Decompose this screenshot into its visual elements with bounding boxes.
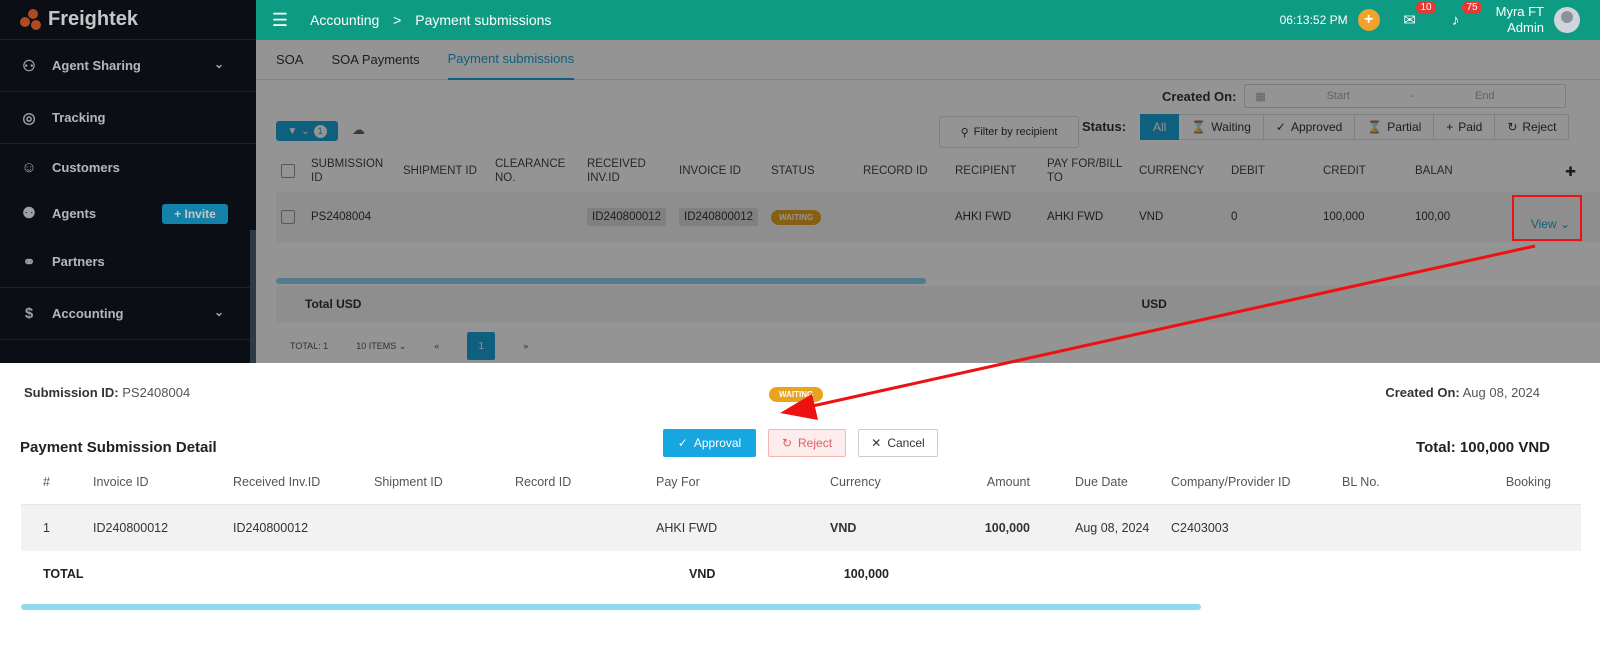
- invoice-id: ID240800012: [93, 521, 169, 535]
- company-provider-id: C2403003: [1171, 521, 1229, 535]
- annotation-highlight-box: [1512, 195, 1582, 241]
- breadcrumb: Accounting > Payment submissions: [310, 12, 551, 28]
- user-menu[interactable]: Myra FT Admin: [1496, 4, 1544, 36]
- app-background: Freightek ⚇ Agent Sharing ⌄ ◎ Tracking ☺…: [0, 0, 1600, 363]
- column-header: Invoice ID: [93, 474, 149, 489]
- avatar[interactable]: [1554, 7, 1580, 33]
- refresh-icon: ↻: [781, 436, 793, 450]
- breadcrumb-item[interactable]: Accounting: [310, 12, 379, 28]
- clock-time: 06:13:52 PM: [1279, 13, 1348, 27]
- column-header: Due Date: [1075, 474, 1128, 489]
- column-header: Pay For: [656, 474, 700, 489]
- reject-label: Reject: [798, 436, 833, 450]
- payment-submission-detail-panel: Submission ID: PS2408004 WAITING Created…: [0, 363, 1600, 650]
- created-on-info: Created On: Aug 08, 2024: [1385, 385, 1540, 400]
- total-amount: 100,000: [843, 567, 889, 581]
- submission-id-info: Submission ID: PS2408004: [24, 385, 190, 400]
- column-header: Received Inv.ID: [233, 474, 321, 489]
- detail-horizontal-scrollbar[interactable]: [21, 604, 1201, 610]
- column-header: Amount: [986, 474, 1030, 489]
- approval-label: Approval: [693, 436, 742, 450]
- pay-for: AHKI FWD: [656, 521, 718, 535]
- column-header: Booking: [1505, 474, 1551, 489]
- modal-backdrop: [256, 40, 1600, 363]
- detail-table-row[interactable]: 1 ID240800012 ID240800012 AHKI FWD VND 1…: [21, 505, 1581, 551]
- detail-total: Total: 100,000 VND: [1416, 439, 1550, 456]
- detail-table-header: # Invoice ID Received Inv.ID Shipment ID…: [21, 459, 1581, 505]
- bell-icon[interactable]: ♪ 75: [1444, 1, 1482, 32]
- amount: 100,000: [984, 521, 1030, 535]
- total-currency: VND: [689, 567, 716, 581]
- column-header: #: [43, 474, 50, 489]
- currency: VND: [830, 521, 857, 535]
- detail-actions: ✓ Approval ↻ Reject ✕ Cancel: [663, 429, 938, 457]
- cancel-label: Cancel: [887, 436, 925, 450]
- reject-button[interactable]: ↻ Reject: [768, 429, 846, 457]
- created-on-label: Created On:: [1385, 385, 1460, 400]
- column-header: Record ID: [515, 474, 572, 489]
- column-header: Shipment ID: [374, 474, 443, 489]
- detail-table: # Invoice ID Received Inv.ID Shipment ID…: [21, 459, 1581, 597]
- quick-add-icon[interactable]: +: [1357, 9, 1380, 31]
- submission-id-value: PS2408004: [122, 385, 191, 400]
- received-inv-id: ID240800012: [233, 521, 309, 535]
- total-label: TOTAL: [43, 567, 84, 581]
- row-number: 1: [43, 521, 50, 535]
- menu-icon[interactable]: ☰: [256, 10, 304, 31]
- breadcrumb-item: Payment submissions: [415, 12, 552, 28]
- approval-button[interactable]: ✓ Approval: [663, 429, 756, 457]
- messages-badge: 10: [1416, 1, 1436, 14]
- due-date: Aug 08, 2024: [1075, 521, 1150, 535]
- check-icon: ✓: [677, 436, 688, 450]
- user-name: Myra FT: [1495, 4, 1544, 19]
- created-on-value: Aug 08, 2024: [1462, 385, 1540, 400]
- detail-title: Payment Submission Detail: [20, 439, 217, 456]
- user-role: Admin: [1507, 20, 1544, 35]
- status-badge: WAITING: [769, 387, 824, 402]
- cancel-button[interactable]: ✕ Cancel: [858, 429, 938, 457]
- detail-total-row: TOTAL VND 100,000: [21, 551, 1581, 597]
- notifications-badge: 75: [1462, 1, 1482, 14]
- column-header: BL No.: [1342, 474, 1380, 489]
- messages-icon[interactable]: ✉ 10: [1398, 1, 1436, 32]
- breadcrumb-separator: >: [393, 12, 402, 28]
- column-header: Company/Provider ID: [1171, 474, 1291, 489]
- sidebar-overlay: [0, 0, 256, 363]
- column-header: Currency: [830, 474, 881, 489]
- submission-id-label: Submission ID:: [24, 385, 119, 400]
- top-bar: ☰ Accounting > Payment submissions 06:13…: [256, 0, 1600, 40]
- close-icon: ✕: [871, 436, 882, 450]
